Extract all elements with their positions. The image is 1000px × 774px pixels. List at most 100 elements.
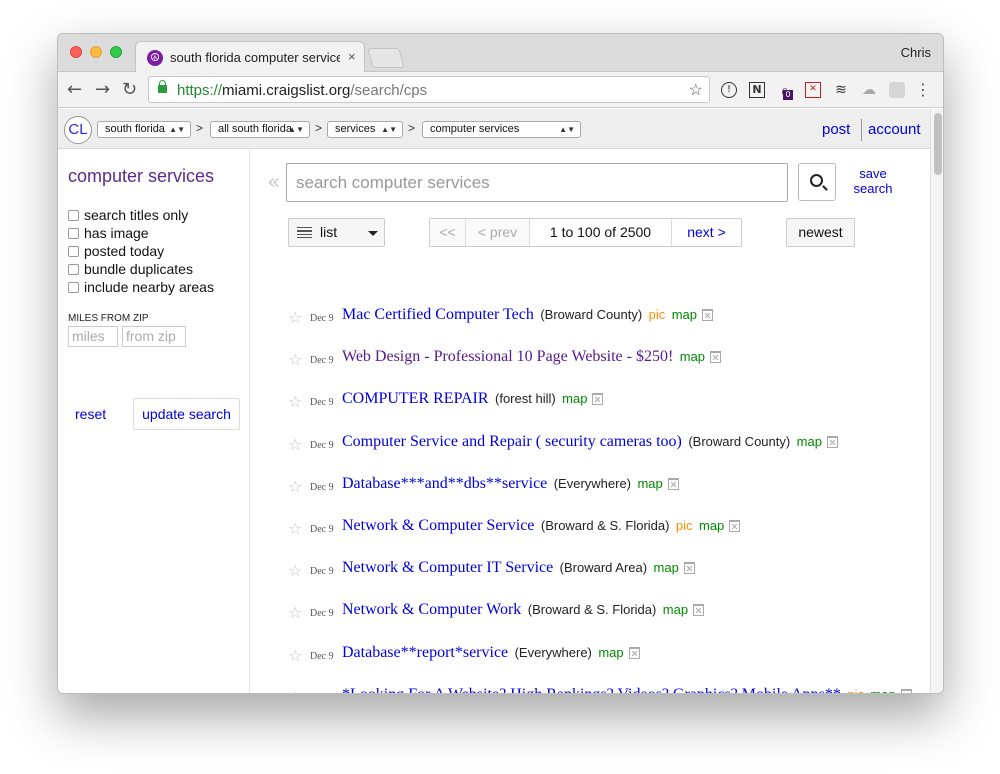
favorite-star-icon[interactable]: ☆ [288, 435, 302, 454]
has-image-checkbox[interactable]: has image [68, 225, 149, 243]
notion-extension-icon[interactable]: N [749, 82, 765, 98]
hide-posting-icon[interactable] [628, 647, 640, 659]
new-tab-button[interactable] [367, 48, 405, 68]
result-title-link[interactable]: Database**report*service [342, 644, 508, 661]
search-input[interactable]: search computer services [286, 163, 788, 202]
maximize-window-button[interactable] [110, 46, 122, 58]
checkbox-box[interactable] [68, 210, 79, 221]
result-title-link[interactable]: COMPUTER REPAIR [342, 390, 489, 407]
forward-arrow-icon[interactable]: → [95, 79, 110, 100]
tab-close-icon[interactable]: × [348, 49, 356, 64]
checkbox-box[interactable] [68, 228, 79, 239]
grid-extension-icon[interactable] [889, 82, 905, 98]
browser-tab[interactable]: ☮ south florida computer services × [135, 41, 365, 73]
result-map-tag[interactable]: map [797, 434, 822, 449]
search-titles-only-checkbox[interactable]: search titles only [68, 207, 188, 225]
hide-posting-icon[interactable] [900, 689, 912, 693]
result-location: (Broward Area) [559, 560, 648, 575]
info-extension-icon[interactable]: ! [721, 82, 737, 98]
hide-posting-icon[interactable] [710, 351, 722, 363]
result-title-link[interactable]: Mac Certified Computer Tech [342, 306, 534, 323]
hide-posting-icon[interactable] [702, 309, 714, 321]
favorite-star-icon[interactable]: ☆ [288, 392, 302, 411]
result-location: (Everywhere) [553, 476, 632, 491]
hide-posting-icon[interactable] [667, 478, 679, 490]
result-map-tag[interactable]: map [562, 391, 587, 406]
favorite-star-icon[interactable]: ☆ [288, 688, 302, 693]
result-title-link[interactable]: Network & Computer IT Service [342, 559, 553, 576]
subcategory-select[interactable]: computer services ▲▼ [422, 121, 581, 138]
include-nearby-areas-checkbox[interactable]: include nearby areas [68, 279, 214, 297]
cloud-extension-icon[interactable]: ☁ [861, 82, 877, 98]
lock-extension-icon[interactable]: 🔒︎0 [777, 82, 793, 100]
result-map-tag[interactable]: map [699, 518, 724, 533]
bookmark-star-icon[interactable]: ☆ [689, 80, 703, 100]
region-select[interactable]: south florida ▲▼ [97, 121, 191, 138]
result-title-link[interactable]: Network & Computer Work [342, 601, 521, 618]
favorite-star-icon[interactable]: ☆ [288, 603, 302, 622]
address-bar[interactable]: https://miami.craigslist.org/search/cps … [148, 76, 710, 103]
result-map-tag[interactable]: map [663, 602, 688, 617]
subarea-select[interactable]: all south florida ▲▼ [210, 121, 310, 138]
favorite-star-icon[interactable]: ☆ [288, 477, 302, 496]
result-map-tag[interactable]: map [654, 560, 679, 575]
sort-select[interactable]: newest [786, 218, 855, 247]
back-arrow-icon[interactable]: ← [67, 79, 82, 100]
result-map-tag[interactable]: map [598, 645, 623, 660]
title-bar: ☮ south florida computer services × Chri… [58, 34, 943, 73]
hide-posting-icon[interactable] [729, 520, 741, 532]
result-date: Dec 9 [310, 608, 334, 619]
favorite-star-icon[interactable]: ☆ [288, 561, 302, 580]
result-map-tag[interactable]: map [870, 687, 895, 693]
result-map-tag[interactable]: map [680, 349, 705, 364]
posted-today-checkbox[interactable]: posted today [68, 243, 164, 261]
hide-posting-icon[interactable] [683, 562, 695, 574]
favorite-star-icon[interactable]: ☆ [288, 350, 302, 369]
update-search-button[interactable]: update search [133, 398, 240, 430]
result-title-link[interactable]: Computer Service and Repair ( security c… [342, 433, 682, 450]
profile-name[interactable]: Chris [901, 45, 931, 60]
hide-posting-icon[interactable] [592, 393, 604, 405]
page-scrollbar[interactable] [930, 109, 943, 693]
save-search-link[interactable]: save search [847, 166, 899, 196]
miles-input[interactable]: miles [68, 326, 118, 347]
craigslist-logo[interactable]: CL [64, 116, 92, 144]
result-title-link[interactable]: *Looking For A Website? High Rankings? V… [342, 686, 841, 693]
result-title-link[interactable]: Web Design - Professional 10 Page Websit… [342, 348, 673, 365]
layers-extension-icon[interactable]: ≋ [833, 82, 849, 98]
scrollbar-thumb[interactable] [934, 113, 942, 175]
zip-input[interactable]: from zip [122, 326, 186, 347]
collapse-sidebar-icon[interactable]: « [267, 170, 280, 195]
favorite-star-icon[interactable]: ☆ [288, 308, 302, 327]
extension-badge: 0 [783, 90, 793, 100]
post-link[interactable]: post [822, 121, 850, 138]
result-map-tag[interactable]: map [672, 307, 697, 322]
favorite-star-icon[interactable]: ☆ [288, 519, 302, 538]
result-title-link[interactable]: Database***and**dbs**service [342, 475, 547, 492]
minimize-window-button[interactable] [90, 46, 102, 58]
block-extension-icon[interactable]: ✕ [805, 82, 821, 98]
url-text[interactable]: https://miami.craigslist.org/search/cps [177, 82, 427, 99]
next-page-button[interactable]: next > [672, 219, 741, 246]
checkbox-box[interactable] [68, 264, 79, 275]
view-mode-select[interactable]: list [288, 218, 385, 247]
reload-icon[interactable]: ↻ [122, 79, 137, 100]
prev-page-button[interactable]: < prev [466, 219, 530, 246]
category-select[interactable]: services ▲▼ [327, 121, 403, 138]
result-map-tag[interactable]: map [637, 476, 662, 491]
account-link[interactable]: account [868, 121, 921, 138]
bundle-duplicates-checkbox[interactable]: bundle duplicates [68, 261, 193, 279]
search-button[interactable] [798, 163, 836, 201]
peace-icon: ☮ [147, 50, 163, 66]
reset-link[interactable]: reset [75, 406, 106, 422]
checkbox-box[interactable] [68, 282, 79, 293]
browser-menu-icon[interactable]: ⋮ [915, 80, 931, 99]
favorite-star-icon[interactable]: ☆ [288, 646, 302, 665]
result-date: Dec 9 [310, 566, 334, 577]
hide-posting-icon[interactable] [693, 604, 705, 616]
hide-posting-icon[interactable] [826, 436, 838, 448]
close-window-button[interactable] [70, 46, 82, 58]
checkbox-box[interactable] [68, 246, 79, 257]
first-page-button[interactable]: << [430, 219, 466, 246]
result-title-link[interactable]: Network & Computer Service [342, 517, 534, 534]
